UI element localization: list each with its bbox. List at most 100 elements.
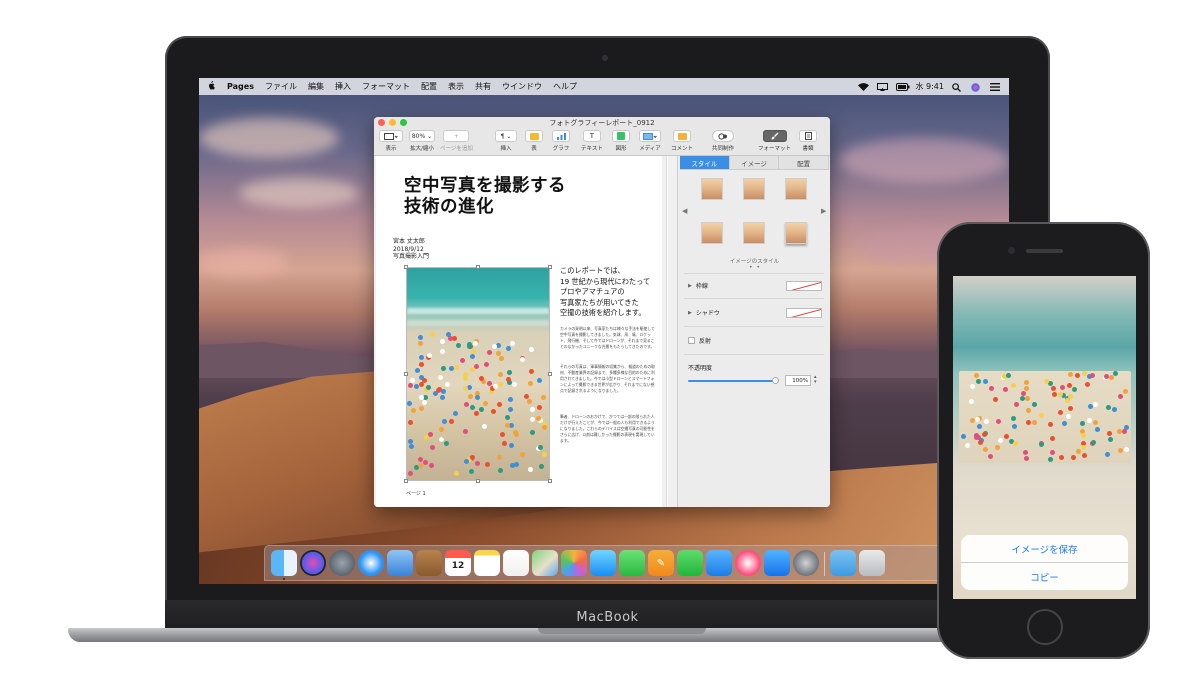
image-style-thumb[interactable]: [701, 222, 723, 244]
maps-icon[interactable]: [532, 550, 558, 576]
wifi-icon[interactable]: [858, 82, 870, 91]
tab-arrange[interactable]: 配置: [779, 156, 830, 169]
body-paragraph-1[interactable]: カメラの発明以来、写真家たちは様々な手法を駆使して空中写真を撮影してきました。気…: [560, 326, 656, 350]
insert-button[interactable]: ¶ ⌄ 挿入: [495, 130, 517, 152]
view-button[interactable]: 表示: [379, 130, 403, 152]
body-paragraph-3[interactable]: 筆者、ドローンのおかげで、かつては一部の限られた人だけが行えたことが、今では一般…: [560, 414, 656, 444]
opacity-stepper[interactable]: ▴ ▾: [814, 375, 817, 385]
clock[interactable]: 水 9:41: [915, 81, 944, 92]
lead-line[interactable]: プロやアマチュアの: [560, 287, 660, 298]
menu-window[interactable]: ウインドウ: [502, 81, 542, 92]
safari-icon[interactable]: [358, 550, 384, 576]
opacity-slider-knob[interactable]: [772, 377, 779, 384]
facetime-icon[interactable]: [619, 550, 645, 576]
downloads-folder-icon[interactable]: [830, 550, 856, 576]
home-button[interactable]: [1027, 609, 1063, 645]
border-swatch[interactable]: [786, 281, 822, 291]
lead-paragraph[interactable]: このレポートでは、 19 世紀から現代にわたって プロやアマチュアの 写真家たち…: [560, 266, 660, 319]
siri-menu-icon[interactable]: [971, 82, 982, 92]
document-button[interactable]: 書類: [799, 130, 817, 152]
collaborate-button[interactable]: 共同制作: [712, 130, 734, 152]
menu-insert[interactable]: 挿入: [335, 81, 351, 92]
border-row[interactable]: ▶ 枠線: [688, 281, 708, 291]
page-dots[interactable]: • •: [748, 264, 762, 271]
comment-button[interactable]: コメント: [671, 130, 693, 152]
reminders-icon[interactable]: [503, 550, 529, 576]
image-style-thumb[interactable]: [785, 178, 807, 200]
system-preferences-icon[interactable]: [793, 550, 819, 576]
image-style-thumb[interactable]: [785, 222, 807, 244]
resize-handle[interactable]: [404, 479, 408, 483]
author-date[interactable]: 2018/9/12: [393, 246, 429, 254]
table-button[interactable]: 表: [525, 130, 543, 152]
disclosure-triangle-icon[interactable]: ▶: [688, 310, 692, 316]
battery-icon[interactable]: [896, 82, 910, 91]
notes-icon[interactable]: [474, 550, 500, 576]
image-style-thumb[interactable]: [743, 178, 765, 200]
shadow-swatch[interactable]: [786, 308, 822, 318]
chevron-left-icon[interactable]: ◀: [682, 207, 687, 215]
pasted-photo-preview[interactable]: [959, 371, 1131, 463]
document-page[interactable]: 空中写真を撮影する 技術の進化 宮本 丈太郎 2018/9/12 写真撮影入門: [376, 156, 662, 507]
reflection-checkbox[interactable]: [688, 337, 695, 344]
mail-icon[interactable]: [387, 550, 413, 576]
opacity-value-field[interactable]: 100%: [785, 375, 811, 386]
finder-icon[interactable]: [271, 550, 297, 576]
menu-edit[interactable]: 編集: [308, 81, 324, 92]
zoom-control[interactable]: 80% ⌄ 拡大/縮小: [409, 130, 435, 152]
numbers-icon[interactable]: [677, 550, 703, 576]
tab-style[interactable]: スタイル: [680, 156, 730, 169]
disclosure-triangle-icon[interactable]: ▶: [688, 283, 692, 289]
save-image-button[interactable]: イメージを保存: [961, 535, 1128, 562]
resize-handle[interactable]: [476, 479, 480, 483]
lead-line[interactable]: 19 世紀から現代にわたって: [560, 277, 660, 288]
lead-line[interactable]: 写真家たちが用いてきた: [560, 298, 660, 309]
resize-handle[interactable]: [548, 479, 552, 483]
copy-button[interactable]: コピー: [961, 563, 1128, 590]
menu-help[interactable]: ヘルプ: [553, 81, 577, 92]
shape-button[interactable]: 図形: [612, 130, 630, 152]
menu-format[interactable]: フォーマット: [362, 81, 410, 92]
lead-line[interactable]: このレポートでは、: [560, 266, 660, 277]
reflection-row[interactable]: 反射: [688, 336, 711, 345]
menu-arrange[interactable]: 配置: [421, 81, 437, 92]
menu-app-name[interactable]: Pages: [227, 82, 254, 91]
author-name[interactable]: 宮本 丈太郎: [393, 238, 429, 246]
app-store-icon[interactable]: [764, 550, 790, 576]
resize-handle[interactable]: [476, 265, 480, 269]
author-course[interactable]: 写真撮影入門: [393, 253, 429, 261]
siri-icon[interactable]: [300, 550, 326, 576]
document-canvas[interactable]: 空中写真を撮影する 技術の進化 宮本 丈太郎 2018/9/12 写真撮影入門: [374, 156, 677, 507]
contacts-icon[interactable]: [416, 550, 442, 576]
notification-center-icon[interactable]: [990, 82, 1001, 91]
trash-icon[interactable]: [859, 550, 885, 576]
keynote-icon[interactable]: [706, 550, 732, 576]
title-line-2[interactable]: 技術の進化: [404, 197, 566, 218]
text-button[interactable]: T テキスト: [581, 130, 603, 152]
add-page-button[interactable]: + ページを追加: [440, 130, 473, 152]
author-block[interactable]: 宮本 丈太郎 2018/9/12 写真撮影入門: [393, 238, 429, 261]
menu-view[interactable]: 表示: [448, 81, 464, 92]
resize-handle[interactable]: [548, 372, 552, 376]
image-style-thumb[interactable]: [743, 222, 765, 244]
resize-handle[interactable]: [548, 265, 552, 269]
beach-aerial-photo[interactable]: [406, 267, 550, 481]
format-button[interactable]: フォーマット: [758, 130, 791, 152]
apple-menu-icon[interactable]: [207, 80, 215, 93]
messages-icon[interactable]: [590, 550, 616, 576]
document-title[interactable]: 空中写真を撮影する 技術の進化: [404, 176, 566, 218]
chevron-right-icon[interactable]: ▶: [821, 207, 826, 215]
lead-line[interactable]: 空撮の技術を紹介します。: [560, 308, 660, 319]
resize-handle[interactable]: [404, 372, 408, 376]
menu-file[interactable]: ファイル: [265, 81, 297, 92]
spotlight-icon[interactable]: [952, 82, 963, 92]
body-paragraph-2[interactable]: それらの写真は、軍事情報の収集から、報道のための取材、不動産業界の記録まで、多種…: [560, 364, 656, 394]
calendar-icon[interactable]: 12: [445, 550, 471, 576]
photos-icon[interactable]: [561, 550, 587, 576]
opacity-slider[interactable]: [688, 380, 776, 382]
shadow-row[interactable]: ▶ シャドウ: [688, 308, 720, 318]
pages-icon[interactable]: ✎: [648, 550, 674, 576]
media-button[interactable]: メディア: [639, 130, 661, 152]
chart-button[interactable]: グラフ: [552, 130, 570, 152]
launchpad-icon[interactable]: [329, 550, 355, 576]
